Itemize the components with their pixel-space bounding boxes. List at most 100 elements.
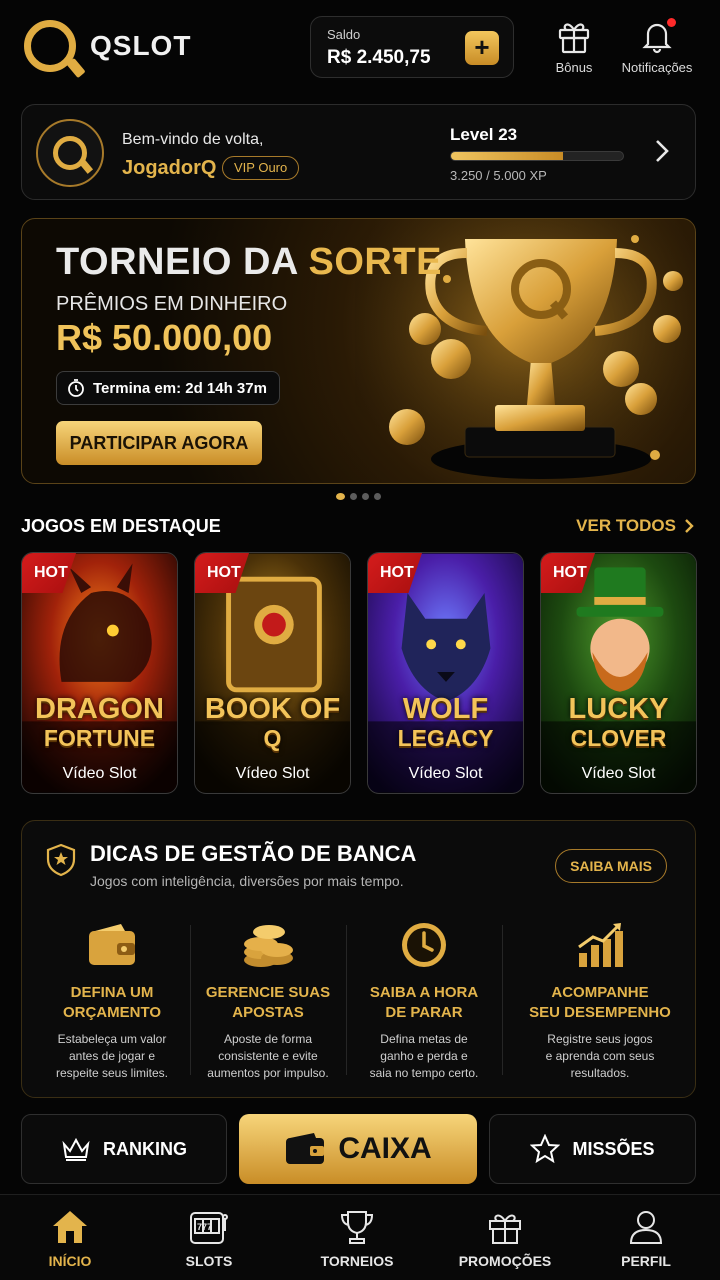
username: JogadorQ	[122, 157, 217, 179]
tip-line3: resultados.	[570, 1066, 630, 1080]
tip-heading: GERENCIE SUAS APOSTAS	[190, 983, 346, 1023]
cashier-button[interactable]: CAIXA	[239, 1114, 477, 1184]
game-title-line2: Q	[263, 725, 282, 751]
stopwatch-icon	[68, 379, 84, 397]
tip-line1: Aposte de forma	[223, 1032, 313, 1046]
see-all-link[interactable]: VER TODOS	[576, 516, 694, 536]
banner-title-part1: TORNEIO DA	[56, 241, 298, 283]
game-title: LUCKY CLOVER	[541, 695, 696, 753]
wallet-icon	[89, 924, 135, 965]
welcome-card[interactable]: Bem-vindo de volta, JogadorQ VIP Ouro Le…	[21, 104, 696, 200]
tip-line3: aumentos por impulso.	[207, 1066, 329, 1080]
pagination-dot[interactable]	[336, 493, 345, 500]
crown-icon	[62, 1137, 90, 1161]
join-now-button[interactable]: PARTICIPAR AGORA	[56, 421, 262, 465]
tip-heading: ACOMPANHE SEU DESEMPENHO	[522, 983, 678, 1023]
tip-heading-line2: SEU DESEMPENHO	[529, 1004, 671, 1021]
vip-badge: VIP Ouro	[222, 156, 300, 180]
tip-line3: respeite seus limites.	[55, 1066, 169, 1080]
tip-bets: GERENCIE SUAS APOSTAS Aposte de forma cons…	[190, 917, 346, 1082]
balance-label: Saldo	[327, 27, 361, 42]
nav-item-profile[interactable]: PERFIL	[581, 1209, 711, 1269]
tip-description: Defina metas de ganho e perda e saia no te…	[346, 1031, 502, 1082]
home-icon	[53, 1211, 87, 1243]
nav-item-home[interactable]: INÍCIO	[5, 1209, 135, 1269]
bankroll-tips-card: DICAS DE GESTÃO DE BANCA Jogos com intel…	[21, 820, 696, 1098]
gift-icon	[558, 23, 590, 54]
tips-title: DICAS DE GESTÃO DE BANCA	[90, 841, 417, 866]
game-title-line1: LUCKY	[568, 693, 669, 725]
tip-heading-line1: GERENCIE SUAS	[205, 984, 331, 1001]
banner-pagination[interactable]	[336, 493, 381, 500]
tip-line1: Registre seus jogos	[547, 1032, 653, 1046]
ranking-label: RANKING	[103, 1138, 187, 1159]
notifications-label: Notificações	[621, 60, 693, 75]
tip-heading-line1: DEFINA UM	[70, 984, 154, 1001]
game-card-dragon-fortune[interactable]: HOT DRAGON FORTUNE Vídeo Slot	[21, 552, 178, 794]
app-logo[interactable]: QSLOT	[24, 20, 191, 72]
pagination-dot[interactable]	[374, 493, 381, 500]
game-type: Vídeo Slot	[408, 765, 483, 782]
missions-button[interactable]: MISSÕES	[489, 1114, 696, 1184]
tip-heading-line1: SAIBA A HORA	[369, 984, 479, 1001]
coins-icon	[244, 925, 293, 967]
xp-progress-fill	[451, 152, 563, 160]
banner-title-part2: SORTE	[308, 241, 442, 283]
nav-item-slots[interactable]: 777 SLOTS	[144, 1209, 274, 1269]
game-title-line1: DRAGON	[35, 693, 164, 725]
banner-title: TORNEIO DA SORTE	[56, 241, 442, 284]
tip-heading-line2: APOSTAS	[232, 1004, 304, 1021]
tips-subtitle: Jogos com inteligência, diversões por ma…	[90, 873, 404, 889]
tip-stop: SAIBA A HORA DE PARAR Defina metas de ganh…	[346, 917, 502, 1082]
tip-heading-line2: DE PARAR	[385, 1004, 463, 1021]
banner-subtitle: PRÊMIOS EM DINHEIRO	[56, 293, 288, 315]
tip-line1: Estabeleça um valor	[57, 1032, 167, 1046]
nav-label: PROMOÇÕES	[458, 1253, 552, 1269]
nav-item-promotions[interactable]: PROMOÇÕES	[440, 1209, 570, 1269]
tournament-banner[interactable]: TORNEIO DA SORTE PRÊMIOS EM DINHEIRO R$ …	[21, 218, 696, 484]
nav-label: PERFIL	[621, 1253, 671, 1269]
logo-q-icon	[24, 20, 76, 72]
game-card-wolf-legacy[interactable]: HOT WOLF LEGACY Vídeo Slot	[367, 552, 524, 794]
pagination-dot[interactable]	[362, 493, 369, 500]
tip-divider	[502, 925, 503, 1075]
balance-value: R$ 2.450,75	[327, 47, 431, 68]
notifications-button[interactable]: Notificações	[620, 18, 694, 75]
notification-dot	[667, 18, 676, 27]
wallet-icon	[286, 1133, 325, 1164]
tip-description: Estabeleça um valor antes de jogar e respe…	[34, 1031, 190, 1082]
cashier-label: CAIXA	[338, 1132, 432, 1165]
tip-description: Aposte de forma consistente e evite aument…	[190, 1031, 346, 1082]
tip-heading-line1: ACOMPANHE	[551, 984, 649, 1001]
trophy-icon	[340, 1211, 374, 1244]
game-card-lucky-clover[interactable]: HOT LUCKY CLOVER Vídeo Slot	[540, 552, 697, 794]
add-funds-button[interactable]: +	[465, 31, 499, 65]
slot-machine-icon: 777	[190, 1212, 228, 1244]
star-icon	[530, 1134, 561, 1164]
ranking-button[interactable]: RANKING	[21, 1114, 227, 1184]
chart-up-icon	[578, 923, 623, 967]
chevron-right-icon	[685, 519, 694, 533]
tip-performance: ACOMPANHE SEU DESEMPENHO Registre seus jo…	[522, 917, 678, 1082]
game-title-line2: FORTUNE	[43, 725, 156, 751]
chevron-right-icon[interactable]	[655, 139, 669, 163]
bonus-button[interactable]: Bônus	[548, 18, 600, 75]
tip-budget: DEFINA UM ORÇAMENTO Estabeleça um valor an…	[34, 917, 190, 1082]
missions-label: MISSÕES	[572, 1138, 655, 1159]
nav-item-tournaments[interactable]: TORNEIOS	[292, 1209, 422, 1269]
clock-icon	[402, 923, 446, 967]
tip-line2: ganho e perda e	[380, 1049, 468, 1063]
tip-line2: e aprenda com seus	[545, 1049, 655, 1063]
tip-heading: SAIBA A HORA DE PARAR	[346, 983, 502, 1023]
tip-heading: DEFINA UM ORÇAMENTO	[34, 983, 190, 1023]
game-title-line2: LEGACY	[397, 725, 494, 751]
countdown-timer: Termina em: 2d 14h 37m	[56, 371, 280, 405]
learn-more-button[interactable]: SAIBA MAIS	[555, 849, 667, 883]
game-type: Vídeo Slot	[235, 765, 310, 782]
game-card-book-of-q[interactable]: HOT BOOK OF Q Vídeo Slot	[194, 552, 351, 794]
pagination-dot[interactable]	[350, 493, 357, 500]
nav-label: TORNEIOS	[320, 1253, 394, 1269]
level-label: Level 23	[450, 125, 518, 144]
featured-title: JOGOS EM DESTAQUE	[21, 516, 221, 536]
balance-box[interactable]: Saldo R$ 2.450,75 +	[310, 16, 514, 78]
